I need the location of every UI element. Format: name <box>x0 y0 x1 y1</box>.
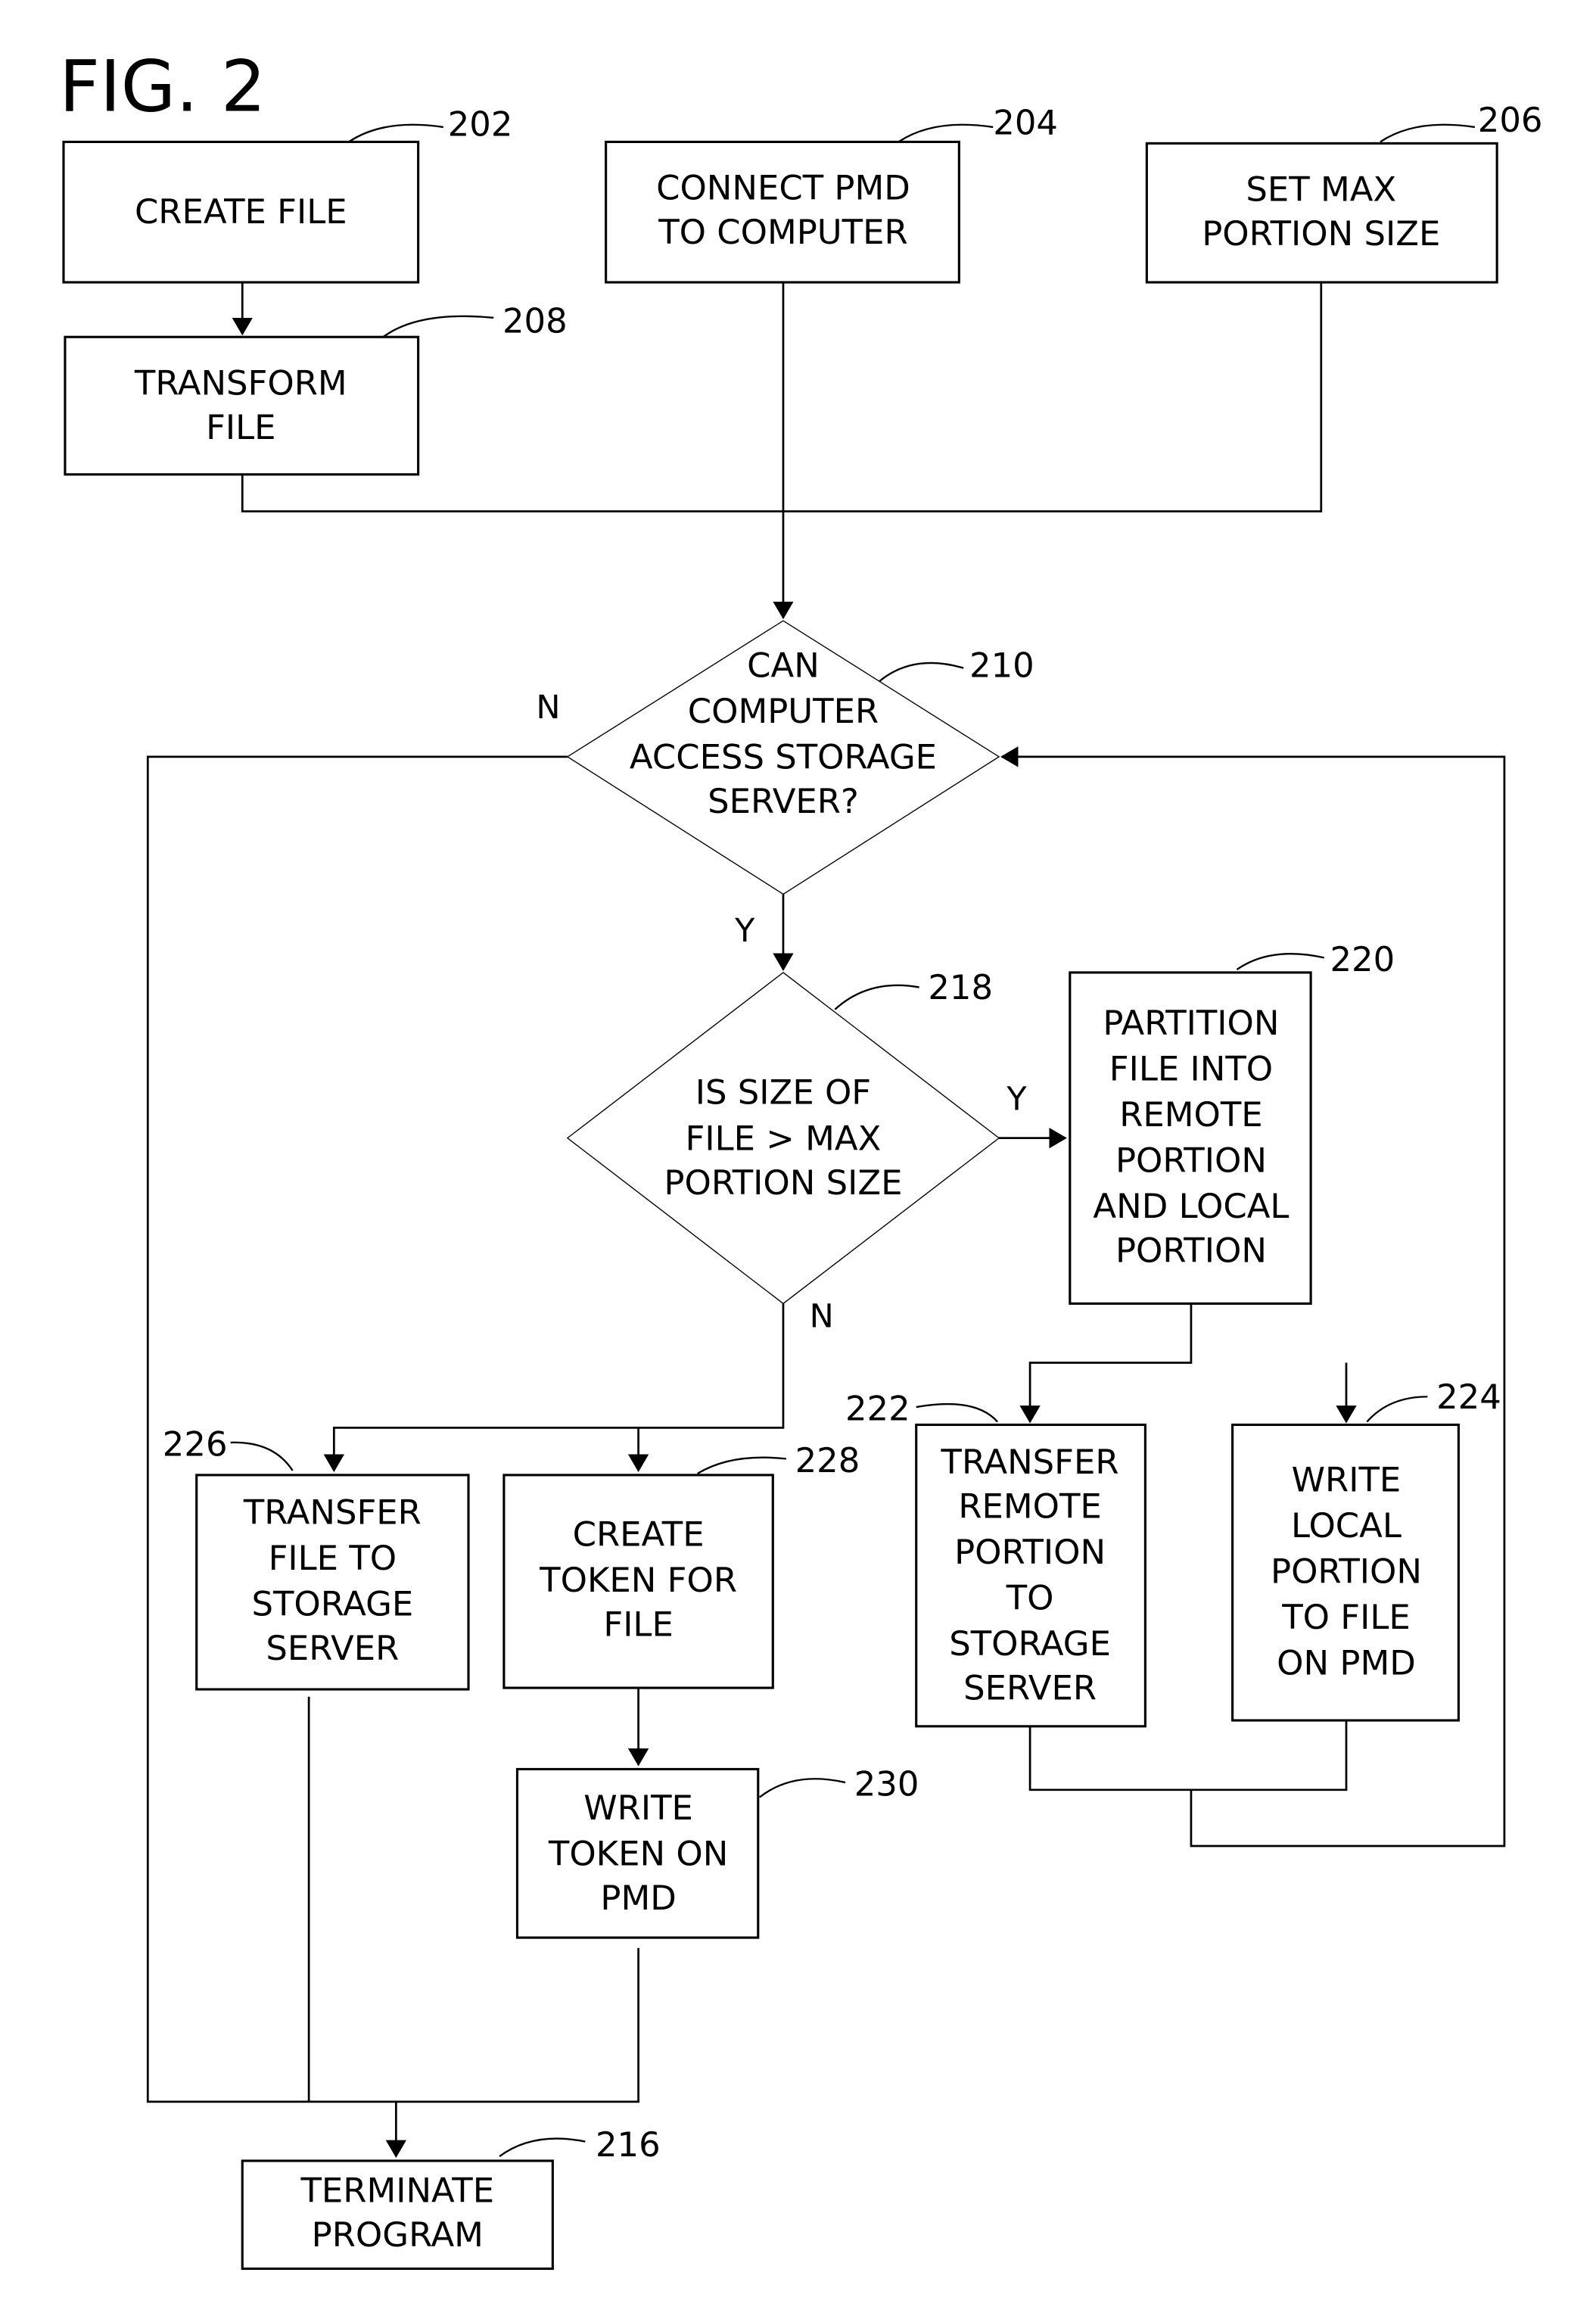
svg-text:TRANSFORM: TRANSFORM <box>134 363 347 403</box>
svg-text:SET MAX: SET MAX <box>1246 170 1396 210</box>
svg-text:PORTION: PORTION <box>1271 1551 1422 1591</box>
edge-218-no <box>323 1303 785 1472</box>
figure-title: FIG. 2 <box>59 45 266 128</box>
step-connect-pmd: CONNECT PMD TO COMPUTER 204 <box>605 103 1058 284</box>
svg-text:PORTION: PORTION <box>1115 1231 1267 1271</box>
decision-access-server: CAN COMPUTER ACCESS STORAGE SERVER? 210 … <box>536 620 1034 950</box>
label-218-no: N <box>810 1298 834 1336</box>
ref-204: 204 <box>993 103 1058 143</box>
svg-text:COMPUTER: COMPUTER <box>688 691 879 731</box>
ref-208: 208 <box>502 300 568 341</box>
label-210-yes: Y <box>734 912 755 950</box>
svg-text:TOKEN FOR: TOKEN FOR <box>539 1560 737 1600</box>
svg-text:PARTITION: PARTITION <box>1103 1003 1279 1043</box>
step-transfer-file: TRANSFER FILE TO STORAGE SERVER 226 <box>163 1424 470 1691</box>
svg-text:FILE INTO: FILE INTO <box>1109 1048 1273 1088</box>
svg-text:CONNECT PMD: CONNECT PMD <box>656 168 910 208</box>
step-terminate-program: TERMINATE PROGRAM 216 <box>241 2125 661 2271</box>
svg-text:TO FILE: TO FILE <box>1281 1597 1411 1637</box>
step-write-token: WRITE TOKEN ON PMD 230 <box>515 1764 919 1939</box>
flowchart: FIG. 2 CREATE FILE 202 CONNECT PMD TO CO… <box>59 45 1543 2271</box>
svg-text:STORAGE: STORAGE <box>949 1623 1111 1664</box>
svg-text:ON PMD: ON PMD <box>1277 1642 1416 1683</box>
svg-text:TERMINATE: TERMINATE <box>300 2171 494 2211</box>
ref-226: 226 <box>163 1424 228 1464</box>
svg-text:FILE: FILE <box>603 1605 673 1645</box>
svg-text:CREATE FILE: CREATE FILE <box>135 191 347 232</box>
svg-text:AND LOCAL: AND LOCAL <box>1093 1186 1289 1226</box>
ref-210: 210 <box>969 645 1034 685</box>
svg-text:SERVER?: SERVER? <box>708 781 859 821</box>
step-create-token: CREATE TOKEN FOR FILE 228 <box>502 1440 860 1689</box>
edge-220-split <box>1019 1303 1193 1424</box>
decision-file-size: IS SIZE OF FILE > MAX PORTION SIZE 218 Y… <box>566 967 1027 1336</box>
svg-text:FILE: FILE <box>206 407 275 447</box>
ref-224: 224 <box>1436 1377 1501 1417</box>
ref-228: 228 <box>795 1440 860 1480</box>
svg-text:CREATE: CREATE <box>573 1514 705 1555</box>
step-write-local-portion: WRITE LOCAL PORTION TO FILE ON PMD 224 <box>1231 1377 1501 1722</box>
ref-220: 220 <box>1330 939 1395 979</box>
svg-text:TO: TO <box>1006 1578 1054 1618</box>
svg-text:SERVER: SERVER <box>963 1668 1097 1708</box>
edge-222-224-join <box>1028 1720 1348 1791</box>
ref-206: 206 <box>1478 100 1543 140</box>
svg-text:CAN: CAN <box>747 645 820 685</box>
svg-text:PORTION: PORTION <box>954 1532 1106 1572</box>
step-set-max-portion: SET MAX PORTION SIZE 206 <box>1145 100 1543 284</box>
svg-text:FILE TO: FILE TO <box>269 1538 397 1578</box>
svg-text:TO COMPUTER: TO COMPUTER <box>658 212 907 252</box>
svg-text:LOCAL: LOCAL <box>1291 1505 1402 1546</box>
svg-text:ACCESS STORAGE: ACCESS STORAGE <box>630 736 937 777</box>
ref-218: 218 <box>928 967 993 1007</box>
svg-text:PORTION SIZE: PORTION SIZE <box>664 1163 902 1203</box>
svg-text:IS SIZE OF: IS SIZE OF <box>695 1072 871 1113</box>
label-210-no: N <box>536 689 560 727</box>
step-create-file: CREATE FILE 202 <box>62 104 513 284</box>
svg-text:PROGRAM: PROGRAM <box>312 2215 484 2255</box>
svg-text:SERVER: SERVER <box>266 1628 399 1668</box>
ref-222: 222 <box>845 1389 910 1429</box>
svg-text:STORAGE: STORAGE <box>251 1583 413 1623</box>
ref-202: 202 <box>448 104 513 145</box>
step-transfer-remote-portion: TRANSFER REMOTE PORTION TO STORAGE SERVE… <box>845 1389 1146 1728</box>
svg-text:PMD: PMD <box>600 1878 676 1918</box>
svg-text:REMOTE: REMOTE <box>958 1486 1101 1527</box>
label-218-yes: Y <box>1006 1081 1027 1119</box>
svg-text:PORTION SIZE: PORTION SIZE <box>1202 213 1440 254</box>
svg-text:TOKEN ON: TOKEN ON <box>548 1833 728 1873</box>
svg-text:WRITE: WRITE <box>1292 1459 1402 1499</box>
step-partition-file: PARTITION FILE INTO REMOTE PORTION AND L… <box>1069 939 1395 1305</box>
svg-text:WRITE: WRITE <box>583 1788 693 1828</box>
svg-text:TRANSFER: TRANSFER <box>243 1492 422 1532</box>
svg-text:TRANSFER: TRANSFER <box>941 1442 1119 1482</box>
svg-text:REMOTE: REMOTE <box>1119 1094 1262 1135</box>
svg-text:PORTION: PORTION <box>1115 1141 1267 1181</box>
ref-230: 230 <box>854 1764 919 1804</box>
step-transform-file: TRANSFORM FILE 208 <box>64 300 568 476</box>
svg-text:FILE > MAX: FILE > MAX <box>686 1118 882 1158</box>
ref-216: 216 <box>596 2125 661 2165</box>
